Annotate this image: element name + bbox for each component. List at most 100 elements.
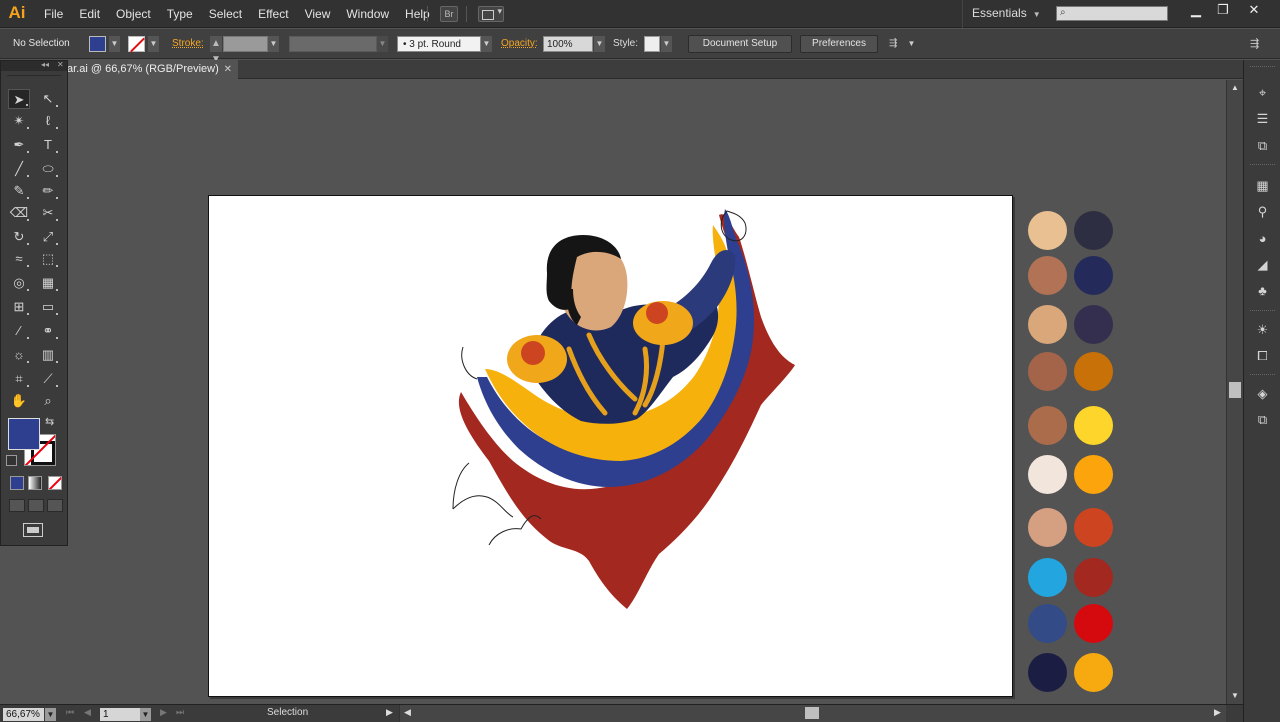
rotate-tool-icon[interactable]: ↻ bbox=[8, 227, 30, 247]
graphic-style-swatch[interactable] bbox=[644, 36, 660, 52]
symbols-panel-icon[interactable]: ♣ bbox=[1254, 282, 1271, 299]
fill-color-swatch[interactable] bbox=[89, 36, 106, 52]
palette-swatch[interactable] bbox=[1028, 455, 1067, 494]
menu-select[interactable]: Select bbox=[201, 0, 250, 28]
draw-behind-button[interactable] bbox=[28, 499, 44, 512]
palette-swatch[interactable] bbox=[1074, 604, 1113, 643]
shape-builder-tool-icon[interactable]: ◎ bbox=[8, 273, 30, 293]
color-mode-button[interactable] bbox=[10, 476, 24, 490]
mesh-tool-icon[interactable]: ⊞ bbox=[8, 297, 30, 317]
chevron-down-icon[interactable]: ▼ bbox=[148, 36, 159, 52]
chevron-down-icon[interactable]: ▼ bbox=[594, 36, 605, 52]
variable-width-profile[interactable] bbox=[289, 36, 377, 52]
close-icon[interactable]: ✕ bbox=[224, 60, 232, 79]
palette-swatch[interactable] bbox=[1028, 352, 1067, 391]
document-tab[interactable]: ar.ai @ 66,67% (RGB/Preview) ✕ bbox=[60, 60, 238, 79]
chevron-down-icon[interactable]: ▼ bbox=[109, 36, 120, 52]
menu-view[interactable]: View bbox=[297, 0, 339, 28]
gradient-tool-icon[interactable]: ▭ bbox=[37, 297, 59, 317]
bridge-icon[interactable]: Br bbox=[440, 6, 458, 22]
collapse-icon[interactable]: ◂◂ bbox=[41, 60, 49, 69]
align-panel-icon[interactable]: ☰ bbox=[1254, 110, 1271, 127]
appearance-panel-icon[interactable]: ☀ bbox=[1254, 321, 1271, 338]
current-tool-status[interactable]: Selection bbox=[267, 707, 308, 718]
stroke-color-swatch[interactable] bbox=[128, 36, 145, 52]
eraser-tool-icon[interactable]: ⌫ bbox=[8, 203, 30, 223]
palette-swatch[interactable] bbox=[1028, 508, 1067, 547]
slice-tool-icon[interactable]: ⟋ bbox=[37, 369, 59, 389]
scroll-up-icon[interactable]: ▲ bbox=[1231, 83, 1239, 92]
color-panel-icon[interactable]: ◕ bbox=[1254, 230, 1271, 247]
brush-definition[interactable]: • 3 pt. Round bbox=[397, 36, 481, 52]
palette-swatch[interactable] bbox=[1074, 305, 1113, 344]
artboards-panel-icon[interactable]: ⧉ bbox=[1254, 411, 1271, 428]
gradient-mode-button[interactable] bbox=[28, 476, 42, 490]
palette-swatch[interactable] bbox=[1074, 211, 1113, 250]
palette-swatch[interactable] bbox=[1028, 305, 1067, 344]
eyedropper-tool-icon[interactable]: ⁄ bbox=[8, 321, 30, 341]
type-tool-icon[interactable]: T bbox=[37, 135, 59, 155]
menu-edit[interactable]: Edit bbox=[71, 0, 108, 28]
blend-tool-icon[interactable]: ⚭ bbox=[37, 321, 59, 341]
palette-swatch[interactable] bbox=[1074, 508, 1113, 547]
chevron-down-icon[interactable]: ▼ bbox=[481, 36, 492, 52]
stroke-weight-field[interactable] bbox=[223, 36, 268, 52]
palette-swatch[interactable] bbox=[1028, 211, 1067, 250]
scroll-right-icon[interactable]: ▶ bbox=[1214, 707, 1221, 718]
scroll-left-icon[interactable]: ◀ bbox=[404, 707, 411, 718]
artboard[interactable] bbox=[208, 195, 1113, 697]
direct-selection-tool-icon[interactable]: ↖ bbox=[37, 89, 59, 109]
first-artboard-icon[interactable]: ⏮ bbox=[66, 707, 74, 718]
brushes-panel-icon[interactable]: ⚲ bbox=[1254, 203, 1271, 220]
artboard-tool-icon[interactable]: ⌗ bbox=[8, 369, 30, 389]
lasso-tool-icon[interactable]: ℓ bbox=[37, 111, 59, 131]
hand-tool-icon[interactable]: ✋ bbox=[8, 391, 30, 411]
draw-inside-button[interactable] bbox=[47, 499, 63, 512]
swatches-panel-icon[interactable]: ▦ bbox=[1254, 177, 1271, 194]
palette-swatch[interactable] bbox=[1074, 256, 1113, 295]
palette-swatch[interactable] bbox=[1074, 558, 1113, 597]
menu-effect[interactable]: Effect bbox=[250, 0, 296, 28]
artboard-number-field[interactable]: 1 bbox=[100, 708, 140, 721]
restore-icon[interactable]: ❐ bbox=[1207, 0, 1239, 22]
stroke-label[interactable]: Stroke: bbox=[172, 36, 204, 52]
bolivar-illustration[interactable] bbox=[449, 199, 809, 619]
horizontal-scrollbar[interactable]: ◀ ▶ bbox=[399, 705, 1226, 722]
palette-swatch[interactable] bbox=[1074, 406, 1113, 445]
horizontal-scroll-thumb[interactable] bbox=[805, 707, 819, 719]
previous-artboard-icon[interactable]: ◀ bbox=[84, 707, 91, 718]
vertical-scrollbar[interactable]: ▲ ▼ bbox=[1226, 80, 1243, 704]
layers-panel-icon[interactable]: ◈ bbox=[1254, 385, 1271, 402]
palette-swatch[interactable] bbox=[1074, 352, 1113, 391]
draw-normal-button[interactable] bbox=[9, 499, 25, 512]
close-icon[interactable]: ✕ bbox=[57, 60, 64, 69]
menu-file[interactable]: File bbox=[36, 0, 71, 28]
perspective-grid-tool-icon[interactable]: ▦ bbox=[37, 273, 59, 293]
palette-swatch[interactable] bbox=[1028, 406, 1067, 445]
screen-mode-icon[interactable] bbox=[23, 523, 43, 537]
arrange-icon[interactable]: ⇶ bbox=[889, 36, 903, 52]
symbol-sprayer-tool-icon[interactable]: ☼ bbox=[8, 345, 30, 365]
swap-fill-stroke-icon[interactable]: ⇆ bbox=[45, 415, 54, 428]
pencil-tool-icon[interactable]: ✏ bbox=[37, 181, 59, 201]
pathfinder-panel-icon[interactable]: ⧉ bbox=[1254, 137, 1271, 154]
menu-type[interactable]: Type bbox=[159, 0, 201, 28]
palette-swatch[interactable] bbox=[1028, 653, 1067, 692]
paintbrush-tool-icon[interactable]: ✎ bbox=[8, 181, 30, 201]
chevron-down-icon[interactable]: ▼ bbox=[661, 36, 672, 52]
status-menu-icon[interactable]: ▶ bbox=[386, 707, 393, 718]
scroll-down-icon[interactable]: ▼ bbox=[1231, 691, 1239, 700]
stroke-weight-stepper[interactable]: ▲▼ bbox=[210, 36, 222, 65]
chevron-down-icon[interactable]: ▼ bbox=[377, 36, 388, 52]
pen-tool-icon[interactable]: ✒ bbox=[8, 135, 30, 155]
next-artboard-icon[interactable]: ▶ bbox=[160, 707, 167, 718]
default-fill-stroke-icon[interactable] bbox=[6, 455, 17, 466]
canvas-area[interactable] bbox=[0, 80, 1226, 704]
opacity-field[interactable]: 100% bbox=[543, 36, 593, 52]
palette-swatch[interactable] bbox=[1074, 653, 1113, 692]
tools-panel-header[interactable]: ◂◂ ✕ bbox=[1, 60, 67, 71]
arrange-documents-icon[interactable] bbox=[478, 6, 504, 22]
line-tool-icon[interactable]: ╱ bbox=[8, 159, 30, 179]
opacity-label[interactable]: Opacity: bbox=[501, 36, 538, 52]
chevron-down-icon[interactable]: ▼ bbox=[268, 36, 279, 52]
